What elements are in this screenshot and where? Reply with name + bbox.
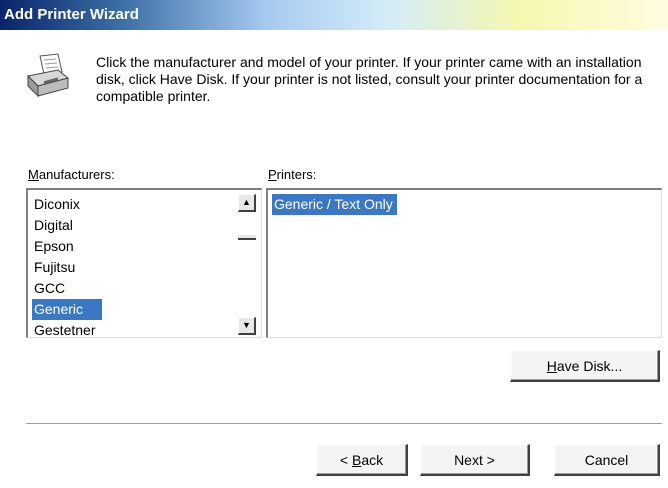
- list-item[interactable]: GCC: [32, 278, 228, 299]
- scroll-up-button[interactable]: ▲: [238, 194, 256, 212]
- list-item[interactable]: Gestetner: [32, 320, 228, 337]
- manufacturers-scrollbar[interactable]: ▲ ▼: [233, 190, 261, 337]
- list-item-selected[interactable]: Generic / Text Only: [272, 194, 397, 215]
- next-button[interactable]: Next >: [420, 444, 530, 476]
- list-item[interactable]: Epson: [32, 236, 228, 257]
- list-item[interactable]: Digital: [32, 215, 228, 236]
- printers-label: Printers:: [268, 167, 317, 182]
- list-item[interactable]: Fujitsu: [32, 257, 228, 278]
- divider: [26, 423, 662, 425]
- cancel-button[interactable]: Cancel: [554, 444, 660, 476]
- printer-icon: [26, 53, 70, 98]
- instructions-text: Click the manufacturer and model of your…: [96, 54, 643, 104]
- scroll-down-button[interactable]: ▼: [238, 317, 256, 335]
- add-printer-wizard-window: Add Printer Wizard Click the manufacture…: [0, 0, 668, 488]
- back-button[interactable]: < Back: [316, 444, 408, 476]
- window-title: Add Printer Wizard: [4, 6, 139, 23]
- scroll-thumb[interactable]: [238, 234, 256, 240]
- manufacturers-label: Manufacturers:: [28, 167, 115, 182]
- printers-list[interactable]: Generic / Text Only: [266, 188, 662, 338]
- have-disk-button[interactable]: Have Disk...: [510, 350, 660, 382]
- list-item[interactable]: Diconix: [32, 194, 228, 215]
- list-item-selected[interactable]: Generic: [32, 299, 102, 320]
- title-bar[interactable]: Add Printer Wizard: [0, 0, 668, 30]
- manufacturers-list[interactable]: Diconix Digital Epson Fujitsu GCC Generi…: [26, 188, 262, 338]
